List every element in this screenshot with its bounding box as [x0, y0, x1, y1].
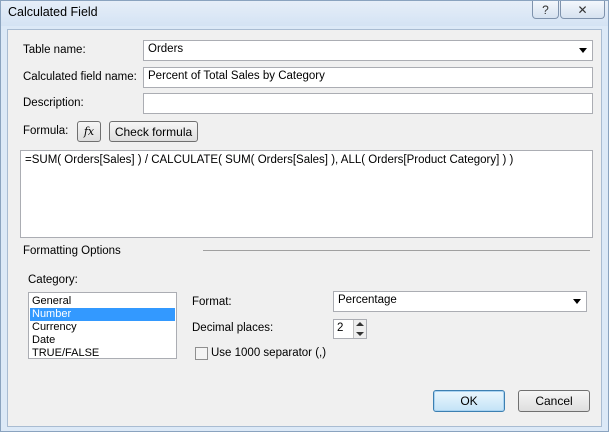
- category-item-number[interactable]: Number: [30, 308, 175, 321]
- help-icon: ?: [542, 2, 549, 17]
- category-label: Category:: [28, 274, 78, 286]
- use-separator-checkbox[interactable]: [195, 347, 208, 360]
- dialog-title: Calculated Field: [8, 5, 98, 19]
- check-formula-button[interactable]: Check formula: [109, 121, 198, 142]
- calculated-field-dialog: Calculated Field ? ✕ Table name: Orders …: [0, 0, 609, 432]
- category-item-truefalse[interactable]: TRUE/FALSE: [30, 347, 175, 360]
- decimal-places-value: 2: [337, 322, 344, 334]
- decimal-places-label: Decimal places:: [192, 322, 274, 334]
- chevron-down-icon: [579, 48, 587, 53]
- function-icon: fx: [83, 125, 95, 138]
- category-item-general[interactable]: General: [30, 295, 175, 308]
- arrow-up-icon[interactable]: [356, 322, 364, 326]
- insert-function-button[interactable]: fx: [77, 121, 101, 142]
- category-item-currency[interactable]: Currency: [30, 321, 175, 334]
- use-separator-label: Use 1000 separator (,): [211, 347, 327, 359]
- format-dropdown[interactable]: Percentage: [333, 291, 587, 312]
- description-input[interactable]: [143, 93, 593, 114]
- formatting-options-heading: Formatting Options: [23, 245, 121, 257]
- table-name-label: Table name:: [23, 44, 86, 56]
- formula-editor[interactable]: =SUM( Orders[Sales] ) / CALCULATE( SUM( …: [20, 150, 593, 238]
- decimal-places-stepper[interactable]: 2: [333, 319, 367, 339]
- title-bar[interactable]: Calculated Field ? ✕: [1, 1, 608, 26]
- cancel-button[interactable]: Cancel: [518, 390, 590, 412]
- cancel-label: Cancel: [535, 394, 573, 408]
- check-formula-label: Check formula: [114, 124, 193, 139]
- arrow-down-icon[interactable]: [356, 332, 364, 336]
- formula-text: =SUM( Orders[Sales] ) / CALCULATE( SUM( …: [25, 154, 514, 166]
- help-button[interactable]: ?: [532, 1, 559, 19]
- close-icon: ✕: [577, 2, 588, 17]
- calc-field-name-input[interactable]: Percent of Total Sales by Category: [143, 67, 593, 88]
- table-name-value: Orders: [148, 43, 184, 55]
- formula-label: Formula:: [23, 125, 69, 137]
- ok-label: OK: [460, 394, 478, 408]
- format-label: Format:: [192, 296, 232, 308]
- stepper-buttons[interactable]: [353, 320, 366, 338]
- table-name-dropdown[interactable]: Orders: [143, 40, 593, 61]
- chevron-down-icon: [573, 299, 581, 304]
- ok-button[interactable]: OK: [433, 390, 505, 412]
- calc-field-name-label: Calculated field name:: [23, 71, 137, 83]
- description-label: Description:: [23, 97, 84, 109]
- category-item-date[interactable]: Date: [30, 334, 175, 347]
- category-listbox[interactable]: General Number Currency Date TRUE/FALSE: [28, 292, 177, 359]
- close-button[interactable]: ✕: [560, 1, 605, 19]
- format-value: Percentage: [338, 294, 397, 306]
- section-divider: [203, 250, 590, 251]
- dialog-body: Table name: Orders Calculated field name…: [7, 29, 602, 427]
